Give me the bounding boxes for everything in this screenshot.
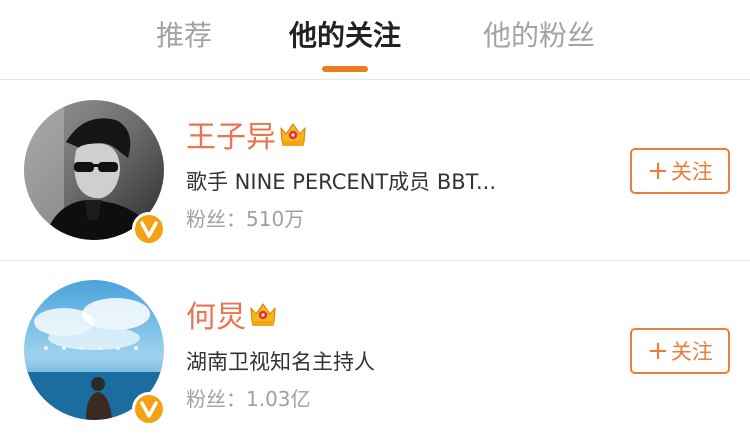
row-divider: [0, 260, 750, 261]
name-line: 王子异: [186, 112, 308, 156]
follow-label: 关注: [670, 340, 713, 364]
verified-badge-icon: [132, 392, 166, 426]
list-item[interactable]: 何炅 湖南卫视知名主持人 粉丝：1.03亿 + 关注: [0, 262, 750, 440]
user-name[interactable]: 何炅: [186, 292, 246, 336]
list-item[interactable]: 王子异 歌手 NINE PERCENT成员 BBT... 粉丝：510万 + 关…: [0, 82, 750, 260]
tab-following[interactable]: 他的关注: [280, 14, 410, 58]
follow-label: 关注: [670, 160, 713, 184]
tab-recommend[interactable]: 推荐: [146, 14, 222, 58]
plus-icon: +: [647, 336, 669, 366]
tab-followers[interactable]: 他的粉丝: [474, 14, 604, 58]
plus-icon: +: [647, 156, 669, 186]
crown-icon: [280, 123, 306, 146]
name-line: 何炅: [186, 292, 278, 336]
tab-bar: 推荐 他的关注 他的粉丝: [0, 0, 750, 80]
fans-count: 粉丝：1.03亿: [186, 387, 311, 411]
verified-badge-icon: [132, 212, 166, 246]
fans-count: 粉丝：510万: [186, 207, 305, 231]
crown-icon: [250, 303, 276, 326]
user-description: 歌手 NINE PERCENT成员 BBT...: [186, 170, 497, 194]
follow-button[interactable]: + 关注: [630, 148, 730, 194]
follow-button[interactable]: + 关注: [630, 328, 730, 374]
user-description: 湖南卫视知名主持人: [186, 350, 375, 374]
active-tab-indicator: [322, 66, 368, 72]
user-name[interactable]: 王子异: [186, 112, 276, 156]
